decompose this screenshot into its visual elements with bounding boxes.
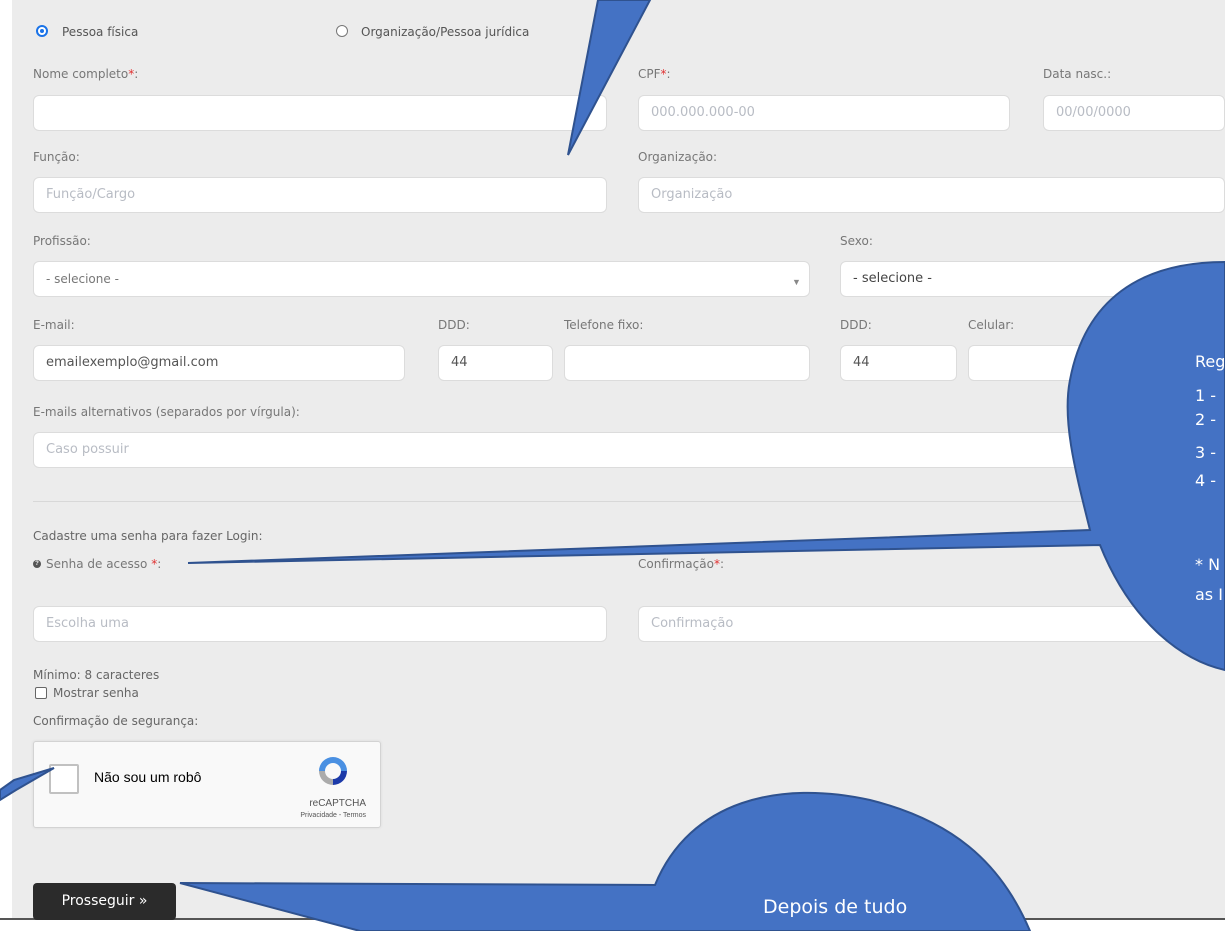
ddd-fixo-input[interactable]: 44 bbox=[438, 345, 553, 381]
cpf-input[interactable]: 000.000.000-00 bbox=[638, 95, 1010, 131]
show-password-label: Mostrar senha bbox=[53, 686, 139, 700]
recaptcha-checkbox[interactable] bbox=[49, 764, 79, 794]
emails-alt-input[interactable]: Caso possuir bbox=[33, 432, 1225, 468]
radio-pessoa-fisica-label: Pessoa física bbox=[62, 25, 139, 39]
recaptcha-text: Não sou um robô bbox=[94, 769, 202, 785]
recaptcha-logo-icon bbox=[319, 757, 347, 785]
nome-label: Nome completo*: bbox=[33, 67, 139, 81]
ddd-celular-label: DDD: bbox=[840, 318, 872, 332]
profissao-label: Profissão: bbox=[33, 234, 91, 248]
confirmacao-label: Confirmação*: bbox=[638, 557, 724, 571]
telefone-fixo-label: Telefone fixo: bbox=[564, 318, 644, 332]
data-nasc-label: Data nasc.: bbox=[1043, 67, 1112, 81]
show-password-checkbox[interactable] bbox=[35, 687, 47, 699]
emails-alt-label: E-mails alternativos (separados por vírg… bbox=[33, 405, 300, 419]
senha-input[interactable]: Escolha uma bbox=[33, 606, 607, 642]
senha-label: Senha de acesso *: bbox=[46, 557, 162, 571]
password-hint: Mínimo: 8 caracteres bbox=[33, 668, 160, 682]
funcao-input[interactable]: Função/Cargo bbox=[33, 177, 607, 213]
help-icon[interactable]: ? bbox=[33, 560, 41, 568]
profissao-selected-value: - selecione - bbox=[46, 272, 119, 286]
radio-pessoa-juridica[interactable] bbox=[336, 25, 348, 37]
organizacao-label: Organização: bbox=[638, 150, 718, 164]
rules-line-4: 3 - bbox=[1195, 443, 1217, 462]
email-label: E-mail: bbox=[33, 318, 75, 332]
chevron-down-icon bbox=[1190, 274, 1204, 283]
sexo-selected-value: - selecione - bbox=[853, 271, 932, 286]
profissao-select[interactable]: - selecione - bbox=[33, 261, 810, 297]
radio-pessoa-fisica[interactable] bbox=[36, 25, 48, 37]
radio-pessoa-juridica-label: Organização/Pessoa jurídica bbox=[361, 25, 530, 39]
ddd-celular-input[interactable]: 44 bbox=[840, 345, 957, 381]
organizacao-input[interactable]: Organização bbox=[638, 177, 1225, 213]
password-section-heading: Cadastre uma senha para fazer Login: bbox=[33, 529, 263, 543]
rules-line-1: Reg bbox=[1195, 352, 1225, 371]
security-label: Confirmação de segurança: bbox=[33, 714, 199, 728]
ddd-fixo-label: DDD: bbox=[438, 318, 470, 332]
email-input[interactable]: emailexemplo@gmail.com bbox=[33, 345, 405, 381]
recaptcha-widget: Não sou um robô reCAPTCHA Privacidade - … bbox=[33, 741, 381, 828]
rules-line-5: 4 - bbox=[1195, 471, 1217, 490]
data-nasc-input[interactable]: 00/00/0000 bbox=[1043, 95, 1225, 131]
bottom-bubble-text: Depois de tudo bbox=[763, 896, 908, 918]
celular-label: Celular: bbox=[968, 318, 1015, 332]
funcao-label: Função: bbox=[33, 150, 80, 164]
telefone-fixo-input[interactable] bbox=[564, 345, 810, 381]
rules-line-7: * N bbox=[1195, 555, 1221, 574]
recaptcha-links[interactable]: Privacidade - Termos bbox=[300, 812, 366, 819]
bottom-border bbox=[0, 918, 1225, 920]
rules-line-8: as I bbox=[1195, 585, 1223, 604]
cpf-label: CPF*: bbox=[638, 67, 671, 81]
prosseguir-button[interactable]: Prosseguir » bbox=[33, 883, 176, 920]
celular-input[interactable] bbox=[968, 345, 1225, 381]
rules-line-2: 1 - bbox=[1195, 386, 1217, 405]
confirmacao-input[interactable]: Confirmação bbox=[638, 606, 1225, 642]
sexo-select[interactable]: - selecione - bbox=[840, 261, 1225, 297]
recaptcha-brand: reCAPTCHA bbox=[309, 798, 366, 809]
rules-line-3: 2 - bbox=[1195, 410, 1217, 429]
chevron-down-icon: ▼ bbox=[792, 277, 801, 287]
sexo-label: Sexo: bbox=[840, 234, 873, 248]
nome-input[interactable] bbox=[33, 95, 607, 131]
section-divider bbox=[33, 501, 1213, 502]
